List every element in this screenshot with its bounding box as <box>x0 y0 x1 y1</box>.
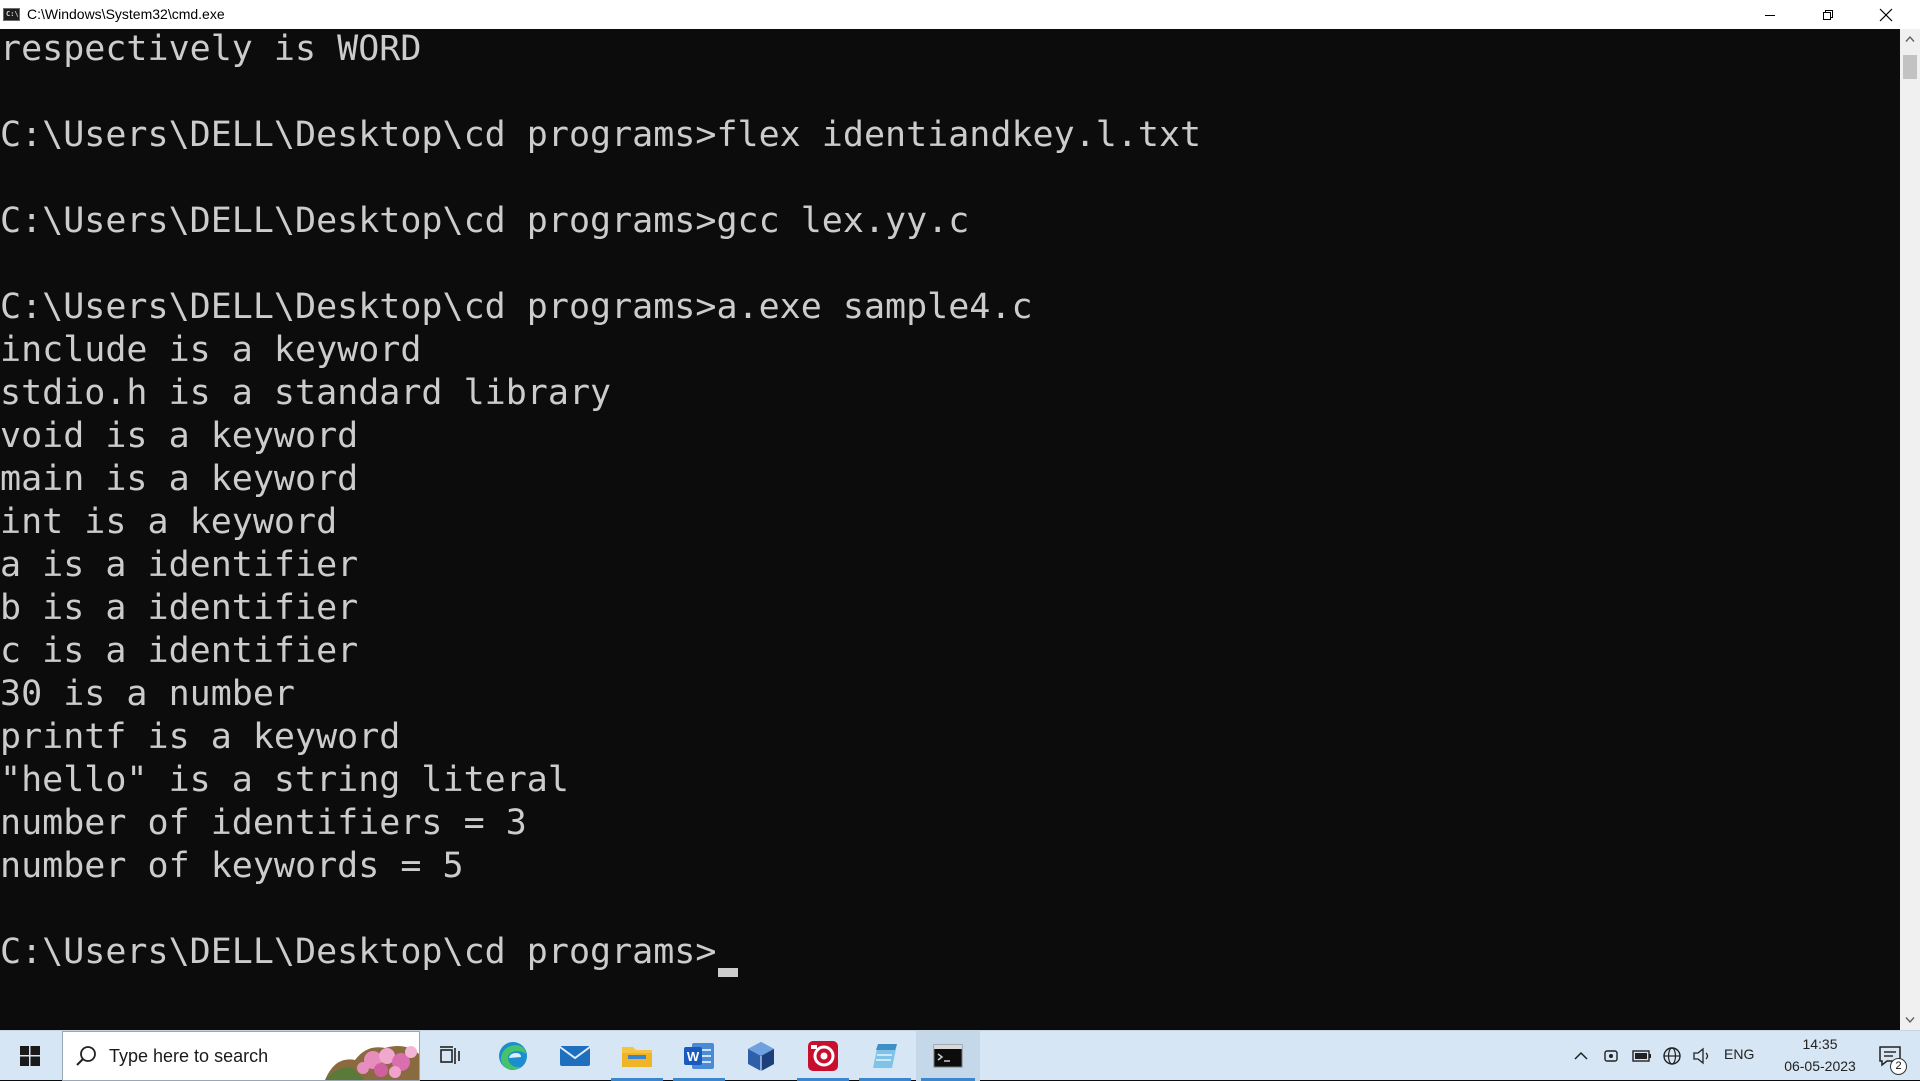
folder-icon <box>622 1047 652 1067</box>
taskbar-search-box[interactable]: Type here to search <box>62 1031 420 1081</box>
terminal-icon <box>933 1044 963 1068</box>
search-highlight-illustration <box>325 1046 419 1080</box>
vertical-scrollbar[interactable] <box>1900 29 1920 1030</box>
taskbar-app-file-explorer[interactable] <box>606 1031 668 1081</box>
meet-now-icon <box>1604 1050 1618 1062</box>
windows-logo-icon <box>20 1046 40 1066</box>
notepad-icon <box>873 1044 897 1068</box>
virtualbox-icon <box>748 1042 774 1071</box>
tray-network[interactable] <box>1658 1031 1686 1081</box>
taskbar-app-notepad[interactable] <box>854 1031 916 1081</box>
console-line: include is a keyword <box>0 330 422 370</box>
globe-icon <box>1663 1047 1681 1065</box>
console-output[interactable]: respectively is WORD C:\Users\DELL\Deskt… <box>0 29 1900 1030</box>
battery-icon <box>1632 1050 1651 1062</box>
console-line: printf is a keyword <box>0 717 401 757</box>
input-language[interactable]: ENG <box>1724 1046 1754 1062</box>
cmd-app-icon[interactable]: C:\ <box>3 8 20 21</box>
tray-volume[interactable] <box>1688 1031 1716 1081</box>
console-line: void is a keyword <box>0 416 359 456</box>
speaker-icon <box>1693 1047 1709 1065</box>
restore-button[interactable] <box>1799 0 1857 29</box>
search-icon <box>75 1045 97 1071</box>
taskbar-app-edge[interactable] <box>482 1031 544 1081</box>
taskbar-app-word[interactable]: W <box>668 1031 730 1081</box>
chevron-up-icon <box>1905 35 1915 42</box>
window-title-bar[interactable]: C:\ C:\Windows\System32\cmd.exe <box>0 0 1920 29</box>
search-placeholder: Type here to search <box>109 1046 269 1066</box>
console-line: number of identifiers = 3 <box>0 803 527 843</box>
scroll-down-button[interactable] <box>1900 1010 1920 1030</box>
start-button[interactable] <box>0 1031 60 1081</box>
console-line: stdio.h is a standard library <box>0 373 612 413</box>
console-line: int is a keyword <box>0 502 338 542</box>
notification-count-badge: 2 <box>1890 1058 1907 1075</box>
clock-date[interactable]: 06-05-2023 <box>1770 1058 1870 1074</box>
clock-time[interactable]: 14:35 <box>1770 1036 1870 1052</box>
svg-text:W: W <box>687 1049 700 1064</box>
minimize-button[interactable] <box>1741 0 1799 29</box>
taskbar-app-cmd[interactable] <box>916 1031 980 1081</box>
tray-battery[interactable] <box>1628 1031 1656 1081</box>
text-cursor <box>718 968 739 977</box>
mail-icon <box>559 1046 591 1066</box>
taskbar-app-mail[interactable] <box>544 1031 606 1081</box>
scroll-up-button[interactable] <box>1900 29 1920 49</box>
console-line: C:\Users\DELL\Desktop\cd programs>flex i… <box>0 115 1202 155</box>
prompt-text: C:\Users\DELL\Desktop\cd programs> <box>0 932 717 972</box>
task-view-button[interactable] <box>420 1031 482 1081</box>
taskbar-app-virtualbox[interactable] <box>730 1031 792 1081</box>
console-lines: respectively is WORD C:\Users\DELL\Deskt… <box>0 29 1202 977</box>
edge-icon <box>499 1042 527 1070</box>
show-hidden-icons-button[interactable] <box>1568 1031 1594 1081</box>
console-line: a is a identifier <box>0 545 359 585</box>
window-title: C:\Windows\System32\cmd.exe <box>27 6 225 22</box>
console-line: C:\Users\DELL\Desktop\cd programs>a.exe … <box>0 287 1033 327</box>
word-icon: W <box>684 1043 714 1069</box>
notification-center-button[interactable] <box>1865 1031 1915 1081</box>
console-line: 30 is a number <box>0 674 296 714</box>
chevron-up-icon <box>1574 1051 1588 1060</box>
close-button[interactable] <box>1857 0 1915 29</box>
minimize-icon <box>1765 14 1775 16</box>
chevron-down-icon <box>1905 1017 1915 1024</box>
taskbar: Type here to search W ENG 14:35 06-05-20… <box>0 1030 1920 1081</box>
console-line: C:\Users\DELL\Desktop\cd programs>gcc le… <box>0 201 970 241</box>
cmd-app-icon-text: C:\ <box>6 10 19 18</box>
console-line: b is a identifier <box>0 588 359 628</box>
console-line: respectively is WORD <box>0 29 422 69</box>
recorder-icon <box>808 1041 838 1071</box>
tray-meet-now[interactable] <box>1598 1031 1624 1081</box>
prompt-line[interactable]: C:\Users\DELL\Desktop\cd programs> <box>0 932 1201 977</box>
console-line: "hello" is a string literal <box>0 760 569 800</box>
console-line: c is a identifier <box>0 631 359 671</box>
scroll-thumb[interactable] <box>1903 55 1917 79</box>
task-view-icon <box>440 1046 460 1064</box>
close-icon <box>1879 8 1893 21</box>
console-line: number of keywords = 5 <box>0 846 464 886</box>
console-line: main is a keyword <box>0 459 359 499</box>
taskbar-app-screen-recorder[interactable] <box>792 1031 854 1081</box>
restore-icon <box>1823 9 1833 20</box>
